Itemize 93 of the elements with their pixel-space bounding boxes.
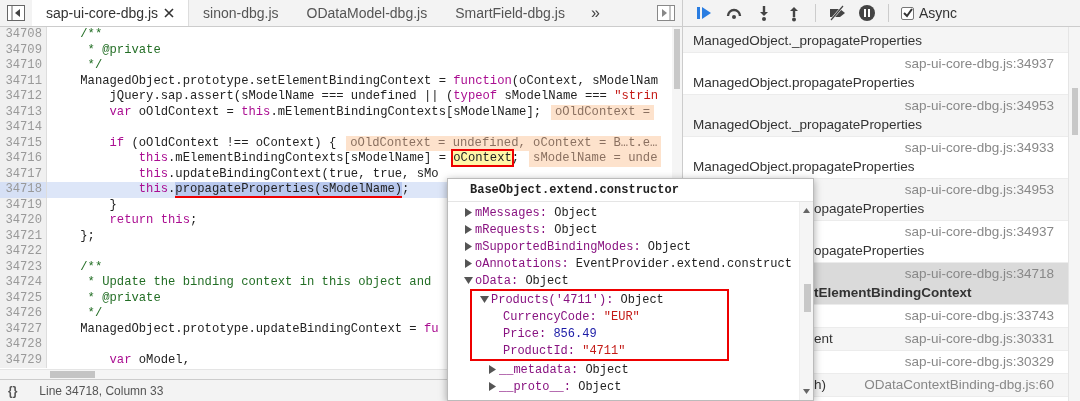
line-number: 34708 — [0, 27, 47, 43]
function-name: opagateProperties — [814, 200, 926, 218]
file-tab[interactable]: sinon-dbg.js — [189, 0, 293, 26]
scrollbar-thumb[interactable] — [674, 29, 680, 89]
expand-triangle-icon[interactable] — [488, 382, 497, 391]
line-number: 34728 — [0, 337, 47, 353]
checkbox-label: Async — [919, 3, 958, 23]
call-frame[interactable]: sap-ui-core-dbg.js:34953 ManagedObject._propagateProperties — [683, 95, 1068, 137]
code-line: var oModel, — [108, 352, 190, 368]
sidebar-toggle-icon[interactable] — [656, 4, 676, 22]
function-name: tElementBindingContext — [814, 284, 973, 302]
code-line: return this; — [108, 213, 198, 229]
function-name: opagateProperties — [814, 242, 926, 260]
code-line: * @private — [86, 290, 161, 306]
expand-triangle-icon[interactable] — [488, 365, 497, 374]
code-line: } — [108, 197, 117, 213]
code-line: this.updateBindingContext(true, true, sMo — [137, 166, 439, 182]
frame-location: ODataContextBinding-dbg.js:60 — [864, 375, 1054, 394]
scrollbar[interactable] — [1068, 27, 1080, 401]
line-number: 34722 — [0, 244, 47, 260]
code-line: */ — [86, 58, 103, 74]
code-line: * @private — [86, 42, 161, 58]
line-number: 34724 — [0, 275, 47, 291]
line-number: 34720 — [0, 213, 47, 229]
function-name: h) — [814, 375, 826, 394]
code-line: /** — [79, 259, 103, 275]
property-text: mRequests: Object — [475, 221, 598, 239]
property-text: Price: 856.49 — [503, 325, 597, 343]
call-frame[interactable]: ManagedObject._propagateProperties — [683, 27, 1068, 53]
line-number: 34710 — [0, 58, 47, 74]
code-line: if (oOldContext !== oContext) { — [108, 135, 337, 151]
pause-icon[interactable] — [858, 4, 876, 22]
line-number: 34716 — [0, 151, 47, 167]
property-text: CurrencyCode: "EUR" — [503, 308, 640, 326]
function-name: ManagedObject._propagateProperties — [693, 32, 923, 50]
inline-value: oOldContext = — [551, 104, 655, 120]
frame-location: sap-ui-core-dbg.js:34933 — [903, 139, 1054, 157]
function-name: ManagedObject.propagateProperties — [693, 74, 916, 92]
expand-triangle-icon[interactable] — [464, 225, 473, 234]
line-number: 34726 — [0, 306, 47, 322]
file-tab[interactable]: sap-ui-core-dbg.js — [32, 0, 190, 26]
file-tab[interactable]: ODataModel-dbg.js — [292, 0, 442, 26]
frame-location: sap-ui-core-dbg.js:34937 — [903, 223, 1054, 241]
inline-value: oOldContext = undefined, oContext = B…t.e… — [346, 135, 662, 151]
scroll-down-icon[interactable] — [803, 389, 810, 394]
async-checkbox[interactable] — [901, 6, 914, 20]
code-line: * Update the binding context in this object and — [86, 275, 432, 291]
expand-triangle-icon[interactable] — [464, 208, 473, 217]
frame-location: sap-ui-core-dbg.js:34718 — [903, 265, 1054, 283]
property-text: __metadata: Object — [499, 361, 629, 379]
property-text: oData: Object — [475, 272, 569, 290]
code-line: /** — [79, 27, 103, 43]
frame-location: sap-ui-core-dbg.js:34937 — [903, 55, 1054, 73]
code-line: this.mElementBindingContexts[sModelName] = oContext; — [137, 151, 520, 167]
expand-triangle-icon[interactable] — [464, 259, 473, 268]
code-line: ManagedObject.prototype.setElementBindingContext = function(oContext, sModelNam — [79, 73, 659, 89]
frame-location: sap-ui-core-dbg.js:30329 — [904, 352, 1054, 371]
frame-location: sap-ui-core-dbg.js:34953 — [903, 181, 1054, 199]
code-line: jQuery.sap.assert(sModelName === undefined || (typeof sModelName === "strin — [108, 89, 659, 105]
scrollbar-thumb[interactable] — [50, 371, 95, 378]
line-number: 34712 — [0, 89, 47, 105]
function-name: ent — [814, 329, 833, 348]
frame-location: sap-ui-core-dbg.js:34953 — [903, 97, 1054, 115]
property-text: mMessages: Object — [475, 204, 598, 222]
expand-triangle-icon[interactable] — [464, 242, 473, 251]
slashed-breakpoint-icon[interactable] — [828, 4, 846, 22]
format-button[interactable]: {} — [8, 381, 18, 400]
code-line: ManagedObject.prototype.updateBindingContext = fu — [79, 321, 439, 337]
sidebar-toggle-icon[interactable] — [6, 4, 26, 22]
line-number: 34714 — [0, 120, 47, 136]
inline-value: sModelName = unde — [529, 151, 662, 167]
frame-location: sap-ui-core-dbg.js:30331 — [904, 329, 1054, 348]
scrollbar-thumb[interactable] — [1072, 88, 1078, 135]
line-number: 34718 — [0, 182, 47, 198]
function-name: ManagedObject._propagateProperties — [693, 116, 923, 134]
code-line: var oOldContext = this.mElementBindingContexts[sModelName]; — [108, 104, 542, 120]
code-line: */ — [86, 306, 103, 322]
scrollbar[interactable] — [799, 202, 813, 400]
resume-icon[interactable] — [695, 4, 713, 22]
scrollbar-thumb[interactable] — [804, 284, 811, 312]
property-text: __proto__: Object — [499, 378, 622, 396]
frame-location: sap-ui-core-dbg.js:33743 — [904, 306, 1054, 325]
function-name: ManagedObject.propagateProperties — [693, 158, 916, 176]
overflow-button[interactable]: » — [578, 0, 612, 26]
file-tab[interactable]: SmartField-dbg.js — [441, 0, 579, 26]
code-line: }; — [79, 228, 95, 244]
property-text: ProductId: "4711" — [503, 342, 626, 360]
expand-triangle-icon[interactable] — [464, 276, 473, 285]
property-text: Products('4711'): Object — [491, 291, 664, 309]
scroll-up-icon[interactable] — [803, 208, 810, 213]
expand-triangle-icon[interactable] — [480, 295, 489, 304]
cursor-position: Line 34718, Column 33 — [39, 382, 164, 400]
close-icon[interactable] — [164, 8, 175, 18]
